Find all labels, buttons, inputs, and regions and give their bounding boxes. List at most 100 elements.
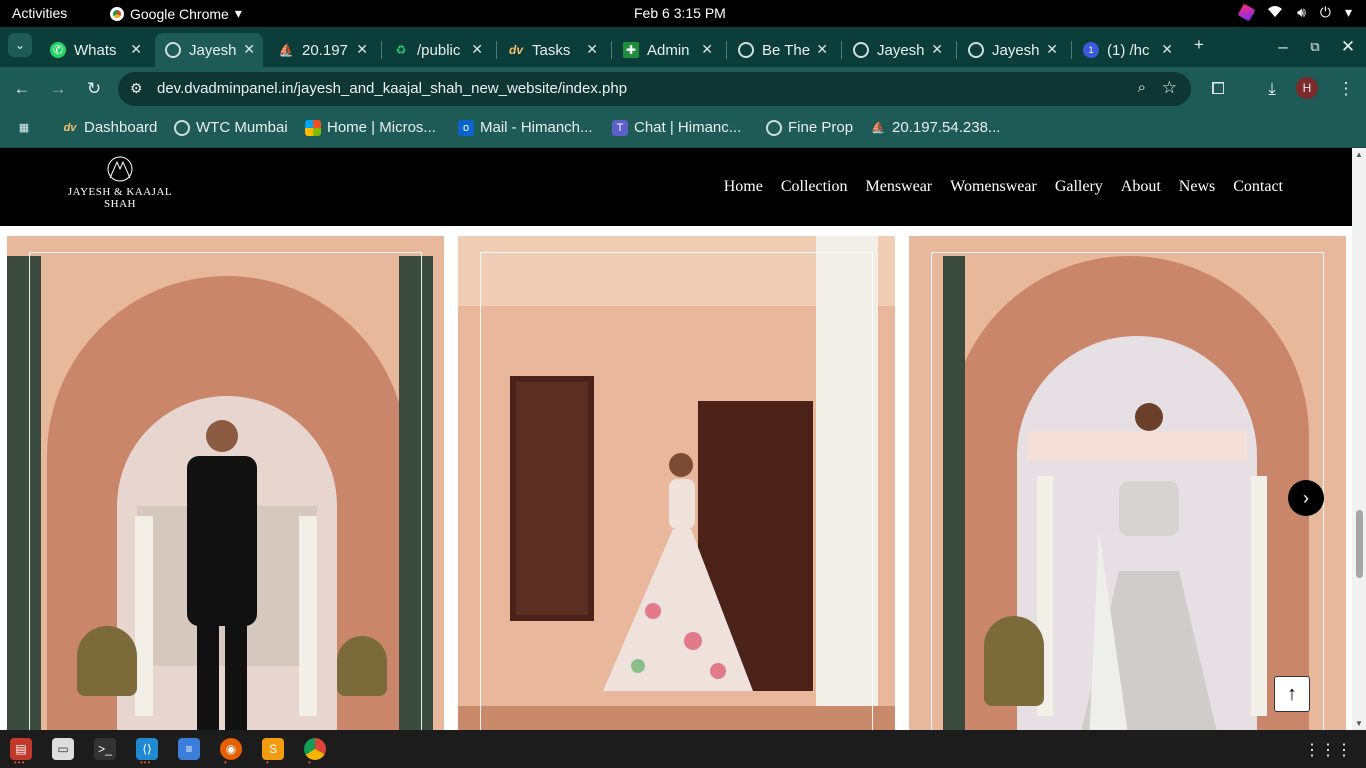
close-icon[interactable]: ✕ [130, 41, 142, 58]
ship-icon: ⛵ [278, 43, 294, 57]
carousel-next-button[interactable]: › [1288, 480, 1324, 516]
app-indicator-icon[interactable] [1237, 3, 1256, 22]
close-window-button[interactable]: ✕ [1336, 35, 1360, 59]
tab-separator [956, 41, 957, 59]
volume-icon[interactable]: 🔊︎ [1297, 4, 1306, 21]
tab-tasks[interactable]: dv Tasks ✕ [498, 33, 606, 67]
bookmark-label: Mail - Himanch... [480, 119, 593, 136]
close-icon[interactable]: ✕ [586, 41, 598, 58]
site-logo[interactable]: JAYESH & KAAJAL SHAH [60, 156, 180, 218]
tab-separator [611, 41, 612, 59]
activities-button[interactable]: Activities [12, 5, 67, 21]
minimize-button[interactable]: – [1271, 35, 1295, 59]
site-info-icon[interactable]: ⚙︎ [130, 80, 143, 97]
sublime-app-icon[interactable]: S • [262, 738, 284, 767]
card-frame [480, 252, 873, 730]
url-text[interactable]: dev.dvadminpanel.in/jayesh_and_kaajal_sh… [157, 80, 627, 97]
tab-separator [496, 41, 497, 59]
tab-label: Whats [74, 41, 117, 59]
collection-card-lehenga[interactable] [458, 236, 895, 730]
bookmark-fine-prop[interactable]: Fine Prop [766, 119, 853, 136]
taskbar-dock: ▤ ••• ▭ >_ ⟨⟩ ••• ≡ ◉ • S • • ⋮⋮⋮ [0, 730, 1366, 768]
tab-jayesh-2[interactable]: Jayesh ✕ [843, 33, 951, 67]
tab-jayesh-active[interactable]: Jayesh ✕ [155, 33, 263, 67]
bookmark-dashboard[interactable]: dv Dashboard [62, 119, 158, 136]
tab-public[interactable]: ♻ /public ✕ [383, 33, 491, 67]
extensions-icon[interactable]: ⧠ [1206, 77, 1230, 101]
tab-admin[interactable]: ✚ Admin ✕ [613, 33, 721, 67]
scroll-down-icon[interactable]: ▼ [1355, 719, 1363, 728]
tab-be-the[interactable]: Be The ✕ [728, 33, 836, 67]
close-icon[interactable]: ✕ [816, 41, 828, 58]
tab-jayesh-3[interactable]: Jayesh ✕ [958, 33, 1066, 67]
star-icon[interactable]: ☆ [1162, 78, 1177, 98]
close-icon[interactable]: ✕ [1161, 41, 1173, 58]
files-app-icon[interactable]: ▭ [52, 738, 74, 760]
power-icon[interactable]: ⏻ [1320, 4, 1331, 21]
nav-womenswear[interactable]: Womenswear [950, 178, 1037, 196]
app-menu[interactable]: Google Chrome ▾ [110, 5, 242, 22]
nav-collection[interactable]: Collection [781, 178, 848, 196]
show-apps-icon[interactable]: ⋮⋮⋮ [1304, 740, 1352, 760]
menu-icon[interactable]: ⋮ [1334, 77, 1358, 101]
avatar[interactable]: H [1296, 77, 1318, 99]
nav-about[interactable]: About [1121, 178, 1161, 196]
close-icon[interactable]: ✕ [931, 41, 943, 58]
tab-ip[interactable]: ⛵ 20.197 ✕ [268, 33, 376, 67]
tab-label: 20.197 [302, 41, 348, 59]
clock[interactable]: Feb 6 3:15 PM [634, 5, 726, 21]
scrollbar-thumb[interactable] [1356, 510, 1363, 578]
bookmark-chat[interactable]: T Chat | Himanc... [612, 119, 741, 136]
zoom-icon[interactable]: ⌕ [1138, 79, 1146, 96]
collection-card-silver-lehenga[interactable] [909, 236, 1346, 730]
restore-button[interactable]: ⧉ [1303, 35, 1327, 59]
text-editor-app-icon[interactable]: ≡ [178, 738, 200, 760]
whatsapp-icon: ✆ [50, 42, 66, 58]
close-icon[interactable]: ✕ [1046, 41, 1058, 58]
bookmarks-bar: ▦ dv Dashboard WTC Mumbai Home | Micros.… [0, 112, 1366, 148]
bookmark-wtc[interactable]: WTC Mumbai [174, 119, 288, 136]
card-frame [931, 252, 1324, 730]
firefox-app-icon[interactable]: ◉ • [220, 738, 242, 767]
chevron-down-icon[interactable]: ▾ [1345, 4, 1352, 21]
system-tray[interactable]: 🔊︎ ⏻ ▾ [1237, 3, 1352, 22]
close-icon[interactable]: ✕ [243, 41, 255, 58]
reload-button[interactable]: ↻ [82, 77, 106, 101]
page-scrollbar[interactable]: ▲ ▼ [1352, 148, 1366, 730]
nav-menswear[interactable]: Menswear [865, 178, 932, 196]
tab-notification[interactable]: 1 (1) /hc ✕ [1073, 33, 1181, 67]
close-icon[interactable]: ✕ [356, 41, 368, 58]
nav-news[interactable]: News [1179, 178, 1215, 196]
back-button[interactable]: ← [10, 77, 34, 101]
nav-gallery[interactable]: Gallery [1055, 178, 1103, 196]
bookmark-label: Fine Prop [788, 119, 854, 136]
wifi-icon[interactable] [1267, 5, 1283, 21]
tab-whatsapp[interactable]: ✆ Whats ✕ [40, 33, 150, 67]
apps-grid-icon[interactable]: ▦ [16, 119, 32, 135]
close-icon[interactable]: ✕ [701, 41, 713, 58]
notif-icon: 1 [1083, 42, 1099, 58]
nav-home[interactable]: Home [724, 178, 763, 196]
calendar-app-icon[interactable]: ▤ ••• [10, 738, 32, 767]
vscode-app-icon[interactable]: ⟨⟩ ••• [136, 738, 158, 767]
microsoft-icon [305, 119, 321, 136]
tab-search-button[interactable]: ⌄ [8, 33, 32, 57]
outlook-icon: o [458, 119, 474, 136]
close-icon[interactable]: ✕ [471, 41, 483, 58]
scroll-up-icon[interactable]: ▲ [1355, 150, 1363, 159]
back-to-top-button[interactable]: ↑ [1274, 676, 1310, 712]
terminal-app-icon[interactable]: >_ [94, 738, 116, 760]
new-tab-button[interactable]: + [1187, 33, 1211, 57]
address-bar[interactable]: ⚙︎ dev.dvadminpanel.in/jayesh_and_kaajal… [118, 72, 1191, 106]
bookmark-label: Chat | Himanc... [634, 119, 742, 136]
app-name: Google Chrome [130, 5, 229, 22]
bookmark-ip[interactable]: ⛵ 20.197.54.238... [870, 119, 1000, 136]
chrome-app-icon[interactable]: • [304, 738, 326, 767]
dv-icon: dv [508, 43, 523, 57]
collection-card-menswear[interactable] [7, 236, 444, 730]
bookmark-microsoft[interactable]: Home | Micros... [305, 119, 436, 136]
nav-contact[interactable]: Contact [1233, 178, 1283, 196]
download-icon[interactable]: ⤓ [1260, 77, 1284, 101]
bookmark-mail[interactable]: o Mail - Himanch... [458, 119, 593, 136]
forward-button[interactable]: → [46, 77, 70, 101]
